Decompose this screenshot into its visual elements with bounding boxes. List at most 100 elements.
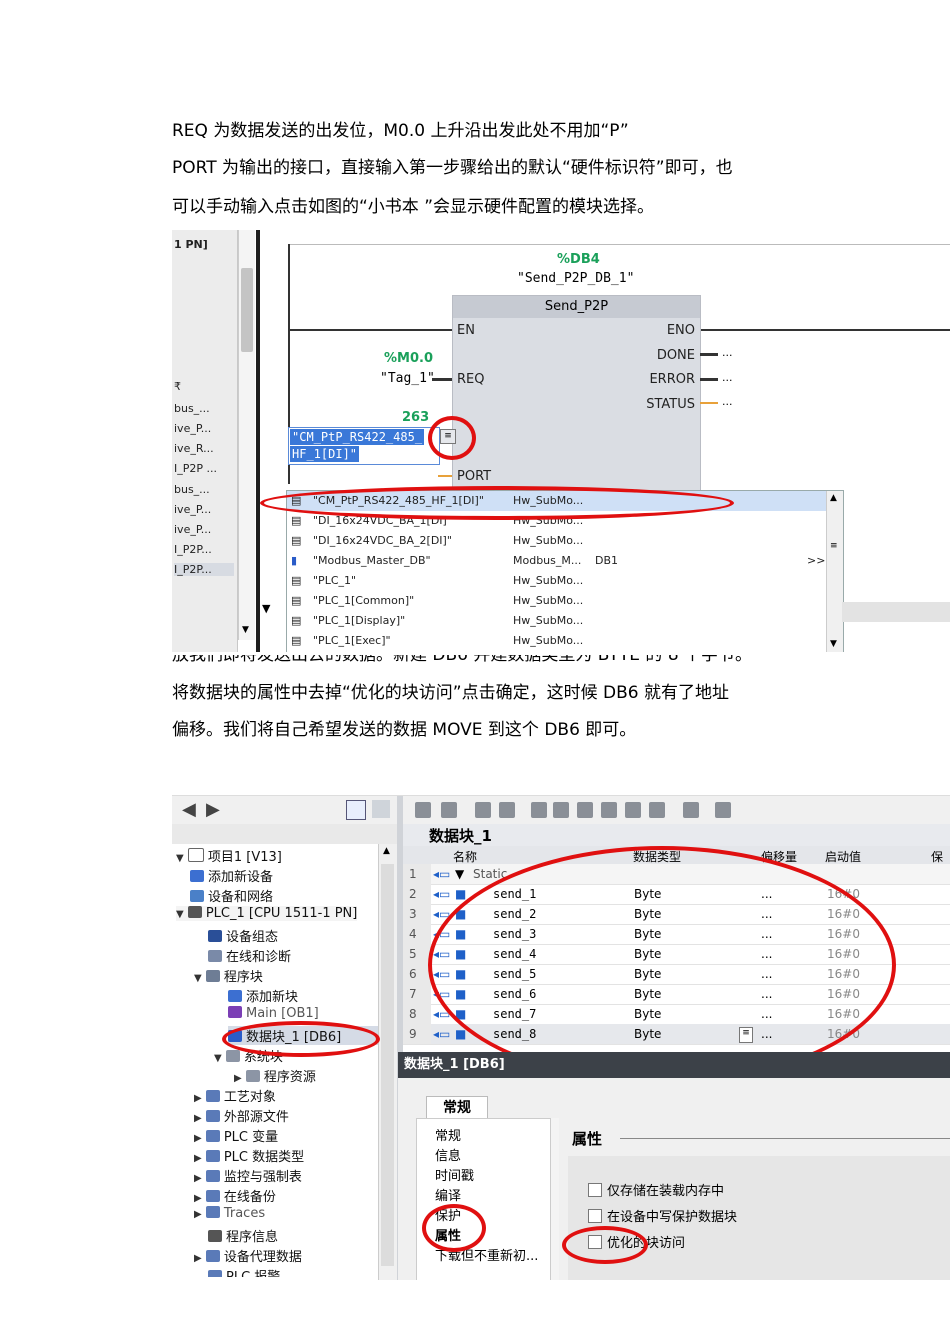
expand-icon: ▼	[176, 853, 184, 864]
tree-item[interactable]: ive_P...	[174, 523, 211, 536]
tree-scrollbar[interactable]: ▼	[238, 230, 255, 640]
scroll-thumb[interactable]	[381, 864, 394, 1266]
tree-item[interactable]: bus_...	[174, 483, 210, 496]
paragraph-manual: 可以手动输入点击如图的“小书本 ”会显示硬件配置的模块选择。	[172, 197, 655, 217]
tree-item[interactable]: ive_P...	[174, 503, 211, 516]
dropdown-item-type: Hw_SubMo...	[513, 594, 584, 607]
scroll-down-icon[interactable]: ▼	[242, 625, 249, 635]
tree-scrollbar[interactable]: ▲	[378, 844, 397, 1280]
pin-status: STATUS	[646, 397, 695, 412]
nav-item[interactable]: 信息	[435, 1145, 461, 1164]
dropdown-item-type: Modbus_M...	[513, 554, 582, 567]
port-value: 263	[402, 410, 430, 425]
dropdown-item[interactable]: ▮ "Modbus_Master_DB" Modbus_M... DB1 >>	[287, 551, 827, 571]
tree-item-device-config[interactable]: 设备组态	[208, 926, 278, 945]
expand-all-icon[interactable]	[683, 802, 699, 818]
nav-item[interactable]: 常规	[435, 1125, 461, 1144]
snapshot-icon[interactable]	[475, 802, 491, 818]
tree-header: 1 PN]	[174, 238, 208, 251]
tree-item-selected[interactable]: I_P2P...	[174, 563, 234, 576]
column-header[interactable]: 启动值	[825, 848, 861, 865]
tree-item-online-backup[interactable]: ▶ 在线备份	[194, 1186, 276, 1205]
tree-item-plc-tags[interactable]: ▶ PLC 变量	[194, 1126, 278, 1145]
checkbox[interactable]	[588, 1209, 602, 1223]
tree-item-add-device[interactable]: 添加新设备	[190, 866, 273, 885]
load-start-icon[interactable]	[531, 802, 547, 818]
dropdown-item[interactable]: ▤ "DI_16x24VDC_BA_2[DI]" Hw_SubMo...	[287, 531, 827, 551]
dropdown-scrollbar[interactable]: ▲ ≡ ▼	[826, 491, 843, 652]
tree-item-program-resources[interactable]: ▶ 程序资源	[234, 1066, 316, 1085]
bullet-icon: ■	[455, 887, 467, 901]
tree-item-watch-tables[interactable]: ▶ 监控与强制表	[194, 1166, 302, 1185]
option-write-protect[interactable]: 在设备中写保护数据块	[588, 1206, 737, 1225]
tree-item-network[interactable]: 设备和网络	[190, 886, 273, 905]
tree-item[interactable]: I_P2P ...	[174, 462, 217, 475]
forward-icon[interactable]: ▶	[206, 799, 220, 820]
done-ellipsis[interactable]: ...	[722, 346, 733, 359]
dropdown-item[interactable]: ▤ "PLC_1" Hw_SubMo...	[287, 571, 827, 591]
copy-snapshot-icon[interactable]	[499, 802, 515, 818]
status-ellipsis[interactable]: ...	[722, 395, 733, 408]
expand-icon[interactable]: ▼	[455, 867, 464, 881]
scroll-down-icon[interactable]: ▼	[830, 639, 837, 649]
add-icon[interactable]	[372, 800, 390, 818]
tree-item-tech-objects[interactable]: ▶ 工艺对象	[194, 1086, 276, 1105]
back-icon[interactable]: ◀	[182, 799, 196, 820]
port-input[interactable]: "CM_PtP_RS422_485_ HF_1[DI]"	[288, 427, 440, 465]
tree-item-program-blocks[interactable]: ▼ 程序块	[194, 966, 263, 985]
tree-item[interactable]: bus_...	[174, 402, 210, 415]
error-ellipsis[interactable]: ...	[722, 371, 733, 384]
scroll-up-icon[interactable]: ▲	[383, 846, 390, 856]
pin-en: EN	[457, 323, 475, 338]
tree-item[interactable]: I_P2P...	[174, 543, 212, 556]
dropdown-item[interactable]: ▤ "PLC_1[Exec]" Hw_SubMo...	[287, 631, 827, 651]
tree-item-add-block[interactable]: 添加新块	[228, 986, 298, 1005]
annotation-ellipse	[422, 1204, 486, 1252]
tree-item-plc-types[interactable]: ▶ PLC 数据类型	[194, 1146, 304, 1165]
collapse-icon: ▶	[194, 1253, 202, 1264]
scroll-thumb[interactable]	[241, 268, 253, 352]
add-row-icon[interactable]	[441, 802, 457, 818]
list-icon[interactable]	[649, 802, 665, 818]
monitor-icon[interactable]	[553, 802, 569, 818]
tab-general[interactable]: 常规	[426, 1096, 488, 1119]
nav-item[interactable]: 时间戳	[435, 1165, 474, 1184]
tree-item-plc-alarms[interactable]: PLC 报警	[208, 1266, 280, 1277]
nav-scrollbar[interactable]	[550, 1118, 559, 1280]
view-icon[interactable]	[346, 800, 366, 820]
block-title: Send_P2P	[453, 296, 700, 318]
req-tag[interactable]: "Tag_1"	[380, 371, 435, 386]
tree-label: PLC_1 [CPU 1511-1 PN]	[205, 906, 358, 921]
tree-item-main[interactable]: Main [OB1]	[228, 1006, 319, 1021]
tree-item-plc[interactable]: ▼ PLC_1 [CPU 1511-1 PN]	[176, 906, 358, 921]
tree-item[interactable]: ive_R...	[174, 442, 214, 455]
tree-item-external-sources[interactable]: ▶ 外部源文件	[194, 1106, 289, 1125]
insert-row-icon[interactable]	[415, 802, 431, 818]
checkbox[interactable]	[588, 1183, 602, 1197]
collapse-icon[interactable]: ▼	[262, 602, 270, 615]
tree-item-proxy-data[interactable]: ▶ 设备代理数据	[194, 1246, 302, 1265]
glasses-icon[interactable]	[715, 802, 731, 818]
paragraph-port: PORT 为输出的接口，直接输入第一步骤给出的默认“硬件标识符”即可，也	[172, 158, 733, 178]
scroll-up-icon[interactable]: ▲	[830, 493, 837, 503]
project-icon	[187, 848, 204, 862]
tree-item-traces[interactable]: ▶ Traces	[194, 1206, 265, 1221]
tree-item-online[interactable]: 在线和诊断	[208, 946, 291, 965]
dropdown-item-name: "PLC_1[Common]"	[313, 594, 415, 607]
tree-item-project[interactable]: ▼ 项目1 [V13]	[176, 846, 282, 865]
db-instance-name[interactable]: "Send_P2P_DB_1"	[517, 271, 634, 286]
dropdown-item[interactable]: ▤ "PLC_1[Common]" Hw_SubMo...	[287, 591, 827, 611]
reset-icon[interactable]	[577, 802, 593, 818]
option-load-memory[interactable]: 仅存储在装载内存中	[588, 1180, 724, 1199]
nav-item[interactable]: 编译	[435, 1185, 461, 1204]
tree-item-program-info[interactable]: 程序信息	[208, 1226, 278, 1245]
more-button[interactable]: >>	[807, 554, 825, 567]
download-icon[interactable]	[601, 802, 617, 818]
collapse-icon: ▶	[194, 1133, 202, 1144]
upload-icon[interactable]	[625, 802, 641, 818]
tree-item[interactable]: ive_P...	[174, 422, 211, 435]
scroll-grip-icon[interactable]: ≡	[830, 541, 838, 551]
column-header[interactable]: 名称	[453, 848, 477, 865]
req-address: %M0.0	[384, 351, 433, 366]
dropdown-item[interactable]: ▤ "PLC_1[Display]" Hw_SubMo...	[287, 611, 827, 631]
